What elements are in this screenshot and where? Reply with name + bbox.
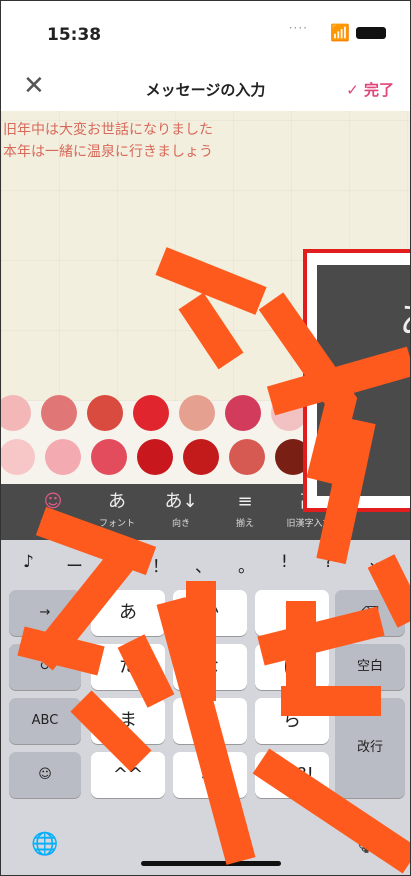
candidate-key[interactable]: ♪ [23, 552, 34, 572]
candidate-bar: ♪ ー ♨ ！ 、 。!? ⌄ [1, 540, 410, 586]
color-swatch[interactable] [1, 395, 31, 431]
tool-label: フォント [98, 519, 135, 529]
color-swatch[interactable] [45, 439, 81, 475]
candidate-key[interactable]: 、 [195, 552, 212, 577]
kana-key[interactable]: か [173, 590, 247, 636]
home-indicator [141, 861, 281, 866]
left-key[interactable]: ↺ [9, 644, 81, 690]
color-swatch[interactable] [1, 439, 35, 475]
delete-key[interactable]: ⌫ [335, 590, 405, 636]
tool-label: カラー [39, 519, 67, 529]
color-swatch[interactable] [183, 439, 219, 475]
status-time: 15:38 [47, 25, 102, 45]
color-swatch[interactable] [133, 395, 169, 431]
tool-icon: ☺ [43, 491, 63, 512]
globe-icon[interactable]: 🌐 [31, 832, 58, 857]
battery-icon [356, 27, 386, 39]
preview-panel: あ ↓ [317, 265, 410, 496]
color-swatch[interactable] [91, 439, 127, 475]
kana-key[interactable]: さ [255, 590, 329, 636]
kana-key[interactable]: 、。?! [255, 752, 329, 798]
preview-arrow: ↓ [403, 357, 410, 397]
kana-key[interactable]: な [173, 644, 247, 690]
kana-key[interactable]: ^^ [91, 752, 165, 798]
tool-label: 向き [171, 519, 190, 529]
kana-key[interactable]: や [173, 698, 247, 744]
left-key[interactable]: ☺ [9, 752, 81, 798]
microphone-icon[interactable]: 🎙 [350, 830, 378, 855]
color-swatch[interactable] [271, 395, 307, 431]
candidate-key[interactable]: ♨ [109, 552, 124, 572]
candidate-key[interactable]: ! [281, 552, 288, 572]
tool-icon: ≡ [237, 491, 253, 512]
wifi-icon: 📶 [330, 23, 350, 42]
candidate-key[interactable]: ！ [152, 552, 169, 577]
message-line: 本年は一緒に温泉に行きましょう [3, 144, 213, 160]
status-bar: 15:38 ···· 📶 [1, 1, 410, 61]
space-key[interactable]: 空白 [335, 644, 405, 690]
kana-key[interactable]: た [91, 644, 165, 690]
color-swatch[interactable] [87, 395, 123, 431]
nav-bar: ✕ メッセージの入力 ✓ 完了 [1, 61, 410, 111]
cellular-dots-icon: ···· [288, 21, 308, 35]
tool-2[interactable]: あ↓ 向き [149, 484, 213, 540]
screen: 15:38 ···· 📶 ✕ メッセージの入力 ✓ 完了 旧年中は大変お世話にな… [0, 0, 411, 876]
message-line: 旧年中は大変お世話になりました [3, 122, 213, 138]
tool-label: 揃え [235, 519, 254, 529]
kana-key[interactable]: あ [91, 590, 165, 636]
candidate-key[interactable]: 。 [238, 552, 255, 577]
tool-icon: あ [108, 491, 126, 512]
color-swatch[interactable] [41, 395, 77, 431]
candidate-key[interactable]: ? [324, 552, 333, 572]
color-swatch[interactable] [229, 439, 265, 475]
kana-key[interactable]: わ [173, 752, 247, 798]
direction-preview-popup: あ ↓ [303, 249, 410, 512]
candidate-key[interactable]: ー [66, 552, 83, 577]
preview-char: あ [399, 287, 410, 345]
message-text[interactable]: 旧年中は大変お世話になりました 本年は一緒に温泉に行きましょう [3, 119, 213, 163]
done-button[interactable]: ✓ 完了 [346, 79, 394, 100]
tool-3[interactable]: ≡ 揃え [213, 484, 277, 540]
candidate-key[interactable]: ⌄ [367, 552, 381, 572]
kana-key[interactable]: は [255, 644, 329, 690]
left-key[interactable]: ABC [9, 698, 81, 744]
kana-key[interactable]: ま [91, 698, 165, 744]
color-swatch[interactable] [179, 395, 215, 431]
color-swatch[interactable] [225, 395, 261, 431]
tool-0[interactable]: ☺ カラー [21, 484, 85, 540]
return-key[interactable]: 改行 [335, 698, 405, 798]
tool-icon: あ↓ [164, 491, 198, 512]
kana-key[interactable]: ら [255, 698, 329, 744]
tool-label: 旧漢字入力 [286, 519, 332, 529]
color-swatch[interactable] [137, 439, 173, 475]
left-key[interactable]: → [9, 590, 81, 636]
tool-1[interactable]: あフォント [85, 484, 149, 540]
keyboard: ♪ ー ♨！、。!? ⌄ → ↺ ABC ☺ あかさたなはまやら ^^ わ、。?! ⌫ 空白 改行 🌐 … [1, 540, 410, 875]
